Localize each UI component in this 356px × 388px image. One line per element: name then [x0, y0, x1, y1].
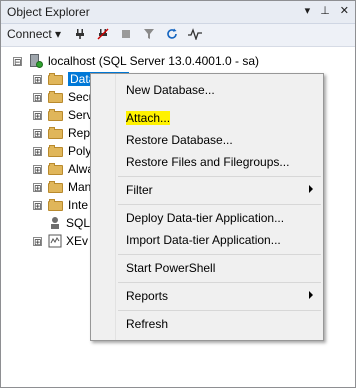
folder-icon: [48, 181, 64, 193]
server-label: localhost (SQL Server 13.0.4001.0 - sa): [48, 54, 259, 68]
menu-item-label: Restore Files and Filegroups...: [126, 155, 290, 169]
stop-icon[interactable]: [119, 27, 133, 41]
filter-icon[interactable]: [142, 27, 156, 41]
tree-item-label: Man: [68, 180, 92, 194]
menu-item-label: Deploy Data-tier Application...: [126, 211, 285, 225]
folder-icon: [48, 109, 64, 121]
menu-item-attach[interactable]: Attach...: [116, 107, 321, 129]
folder-icon: [48, 145, 64, 157]
panel-title: Object Explorer: [7, 5, 90, 19]
menu-item-label: Refresh: [126, 317, 169, 331]
folder-icon: [48, 199, 64, 211]
tree-item-polybase[interactable]: ⊞ Poly: [33, 142, 91, 160]
menu-separator: [118, 310, 321, 311]
menu-item-label: Import Data-tier Application...: [126, 233, 281, 247]
tree-item-label: SQL: [66, 216, 91, 230]
expand-icon[interactable]: ⊞: [33, 74, 42, 84]
menu-item-reports[interactable]: Reports: [116, 285, 321, 307]
connect-plug-icon[interactable]: [73, 27, 87, 41]
toolbar-icons: [73, 27, 202, 41]
tree-item-security[interactable]: ⊞ Secu: [33, 88, 95, 106]
menu-item-label: Restore Database...: [126, 133, 233, 147]
menu-item-label: Start PowerShell: [126, 261, 216, 275]
context-menu: New Database... Attach... Restore Databa…: [90, 73, 324, 341]
server-icon: [28, 54, 44, 68]
panel-controls: ▾ ⊥ ✕: [305, 4, 349, 17]
expand-icon[interactable]: ⊞: [33, 110, 42, 120]
panel-titlebar: Object Explorer ▾ ⊥ ✕: [1, 1, 355, 24]
tree-item-always-on[interactable]: ⊞ Alwa: [33, 160, 94, 178]
menu-item-start-powershell[interactable]: Start PowerShell: [116, 257, 321, 279]
tree-root-server[interactable]: ⊟ localhost (SQL Server 13.0.4001.0 - sa…: [13, 52, 259, 70]
explorer-toolbar: Connect ▾: [1, 24, 355, 47]
menu-item-label: Attach...: [126, 111, 171, 125]
close-icon[interactable]: ✕: [340, 4, 349, 17]
folder-icon: [48, 91, 64, 103]
submenu-arrow-icon: [309, 185, 313, 193]
tree-item-label: Inte: [68, 198, 89, 212]
menu-separator: [118, 282, 321, 283]
expand-icon[interactable]: ⊞: [33, 146, 42, 156]
sql-agent-icon: [48, 216, 62, 230]
menu-separator: [118, 204, 321, 205]
menu-item-import-data-tier[interactable]: Import Data-tier Application...: [116, 229, 321, 251]
menu-item-label: New Database...: [126, 83, 215, 97]
menu-item-restore-files[interactable]: Restore Files and Filegroups...: [116, 151, 321, 173]
expand-icon[interactable]: ⊞: [33, 236, 42, 246]
expand-icon[interactable]: ⊞: [33, 200, 42, 210]
menu-item-label: Filter: [126, 183, 153, 197]
tree-item-label: XEv: [66, 234, 89, 248]
expand-icon[interactable]: ⊞: [33, 182, 42, 192]
tree-item-server-objects[interactable]: ⊞ Serv: [33, 106, 93, 124]
tree-item-integration[interactable]: ⊞ Inte: [33, 196, 88, 214]
collapse-icon[interactable]: ⊟: [13, 56, 22, 66]
menu-item-filter[interactable]: Filter: [116, 179, 321, 201]
folder-icon: [48, 163, 64, 175]
tree-item-label: Repl: [68, 126, 93, 140]
expand-icon[interactable]: ⊞: [33, 128, 42, 138]
context-menu-gutter: [91, 74, 116, 340]
refresh-icon[interactable]: [165, 27, 179, 41]
menu-item-label: Reports: [126, 289, 169, 303]
folder-icon: [48, 73, 64, 85]
folder-icon: [48, 127, 64, 139]
menu-item-restore-database[interactable]: Restore Database...: [116, 129, 321, 151]
expand-icon[interactable]: ⊞: [33, 164, 42, 174]
tree-item-xevent[interactable]: ⊞ XEv: [33, 232, 88, 250]
pin-icon[interactable]: ⊥: [320, 4, 330, 17]
menu-separator: [118, 254, 321, 255]
dropdown-icon[interactable]: ▾: [305, 4, 311, 17]
tree-item-replication[interactable]: ⊞ Repl: [33, 124, 93, 142]
connect-button[interactable]: Connect ▾: [7, 27, 61, 41]
menu-item-refresh[interactable]: Refresh: [116, 313, 321, 335]
menu-item-deploy-data-tier[interactable]: Deploy Data-tier Application...: [116, 207, 321, 229]
menu-separator: [118, 176, 321, 177]
xevent-profiler-icon: [48, 234, 62, 248]
tree-item-label: Poly: [68, 144, 92, 158]
tree-item-management[interactable]: ⊞ Man: [33, 178, 91, 196]
menu-item-new-database[interactable]: New Database...: [116, 79, 321, 101]
expand-icon[interactable]: ⊞: [33, 92, 42, 102]
activity-monitor-icon[interactable]: [188, 27, 202, 41]
submenu-arrow-icon: [309, 291, 313, 299]
tree-item-label: Serv: [68, 108, 93, 122]
disconnect-icon[interactable]: [96, 27, 110, 41]
tree-item-sql-agent[interactable]: SQL: [48, 214, 90, 232]
